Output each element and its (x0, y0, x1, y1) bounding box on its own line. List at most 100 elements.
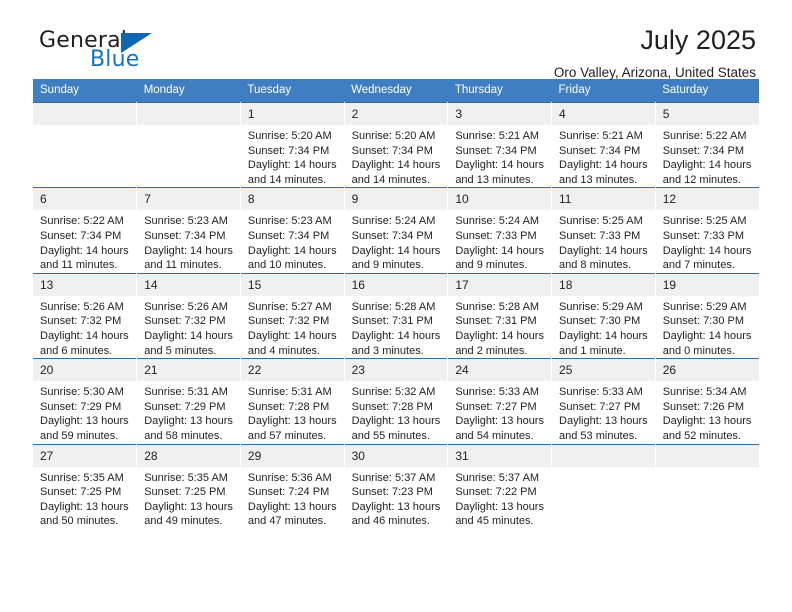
day-cell[interactable]: 22 Sunrise: 5:31 AM Sunset: 7:28 PM Dayl… (240, 358, 345, 444)
day-cell[interactable]: 8 Sunrise: 5:23 AM Sunset: 7:34 PM Dayli… (240, 187, 345, 274)
daylight-text: Daylight: 13 hours and 57 minutes. (247, 415, 337, 442)
day-cell[interactable]: 31 Sunrise: 5:37 AM Sunset: 7:22 PM Dayl… (447, 443, 553, 529)
day-details: Sunrise: 5:25 AM Sunset: 7:33 PM Dayligh… (656, 210, 759, 272)
day-cell[interactable] (136, 101, 241, 188)
sunset-text: Sunset: 7:34 PM (40, 229, 122, 242)
day-cell[interactable]: 9 Sunrise: 5:24 AM Sunset: 7:34 PM Dayli… (344, 187, 449, 274)
day-details: Sunrise: 5:26 AM Sunset: 7:32 PM Dayligh… (137, 296, 240, 358)
day-cell[interactable]: 6 Sunrise: 5:22 AM Sunset: 7:34 PM Dayli… (33, 187, 138, 274)
day-number: 24 (448, 359, 552, 382)
sunrise-text: Sunrise: 5:20 AM (247, 130, 332, 142)
sunrise-text: Sunrise: 5:28 AM (351, 300, 436, 313)
day-number: 20 (33, 359, 137, 382)
day-cell[interactable]: 30 Sunrise: 5:37 AM Sunset: 7:23 PM Dayl… (344, 443, 449, 529)
day-cell[interactable]: 4 Sunrise: 5:21 AM Sunset: 7:34 PM Dayli… (551, 101, 656, 188)
day-number: 25 (552, 359, 655, 382)
daylight-text: Daylight: 13 hours and 54 minutes. (455, 415, 544, 442)
day-cell[interactable]: 21 Sunrise: 5:31 AM Sunset: 7:29 PM Dayl… (136, 358, 241, 444)
title-block: July 2025 Oro Valley, Arizona, United St… (554, 26, 759, 81)
sunrise-text: Sunrise: 5:25 AM (559, 215, 643, 228)
daylight-text: Daylight: 14 hours and 4 minutes. (247, 329, 337, 357)
daylight-text: Daylight: 14 hours and 14 minutes. (247, 159, 337, 186)
day-cell[interactable]: 17 Sunrise: 5:28 AM Sunset: 7:31 PM Dayl… (447, 272, 553, 359)
day-cell[interactable]: 1 Sunrise: 5:20 AM Sunset: 7:34 PM Dayli… (240, 101, 345, 188)
logo-text-blue: Blue (90, 47, 140, 72)
sunset-text: Sunset: 7:34 PM (559, 144, 641, 157)
sunset-text: Sunset: 7:28 PM (247, 400, 330, 413)
day-cell[interactable]: 20 Sunrise: 5:30 AM Sunset: 7:29 PM Dayl… (33, 358, 138, 444)
daylight-text: Daylight: 13 hours and 50 minutes. (40, 500, 129, 528)
day-cell[interactable]: 12 Sunrise: 5:25 AM Sunset: 7:33 PM Dayl… (655, 187, 759, 274)
daylight-text: Daylight: 13 hours and 59 minutes. (40, 415, 129, 442)
day-cell[interactable]: 7 Sunrise: 5:23 AM Sunset: 7:34 PM Dayli… (136, 187, 241, 274)
day-cell[interactable]: 14 Sunrise: 5:26 AM Sunset: 7:32 PM Dayl… (136, 272, 241, 359)
day-number: 4 (552, 103, 655, 125)
sunset-text: Sunset: 7:34 PM (351, 229, 433, 242)
sunset-text: Sunset: 7:31 PM (455, 315, 537, 328)
daylight-text: Daylight: 13 hours and 47 minutes. (247, 500, 337, 528)
sunrise-text: Sunrise: 5:30 AM (40, 386, 124, 399)
sunset-text: Sunset: 7:33 PM (559, 229, 641, 242)
sunset-text: Sunset: 7:23 PM (351, 486, 433, 499)
daylight-text: Daylight: 14 hours and 5 minutes. (144, 329, 233, 357)
day-cell[interactable]: 3 Sunrise: 5:21 AM Sunset: 7:34 PM Dayli… (447, 101, 553, 188)
day-cell[interactable]: 18 Sunrise: 5:29 AM Sunset: 7:30 PM Dayl… (551, 272, 656, 359)
month-calendar-table: Sunday Monday Tuesday Wednesday Thursday… (33, 79, 759, 529)
sunset-text: Sunset: 7:25 PM (40, 486, 122, 499)
sunset-text: Sunset: 7:34 PM (247, 144, 330, 157)
day-cell[interactable] (33, 101, 138, 188)
day-cell[interactable]: 25 Sunrise: 5:33 AM Sunset: 7:27 PM Dayl… (551, 358, 656, 444)
day-details (656, 467, 759, 471)
day-number (655, 444, 759, 467)
day-number: 30 (344, 444, 448, 467)
daylight-text: Daylight: 14 hours and 12 minutes. (662, 159, 752, 186)
day-number: 7 (137, 188, 240, 211)
sunrise-text: Sunrise: 5:32 AM (351, 386, 436, 399)
day-details: Sunrise: 5:37 AM Sunset: 7:22 PM Dayligh… (448, 467, 551, 529)
day-cell[interactable]: 19 Sunrise: 5:29 AM Sunset: 7:30 PM Dayl… (655, 272, 759, 359)
sunset-text: Sunset: 7:24 PM (247, 486, 330, 499)
day-cell[interactable]: 11 Sunrise: 5:25 AM Sunset: 7:33 PM Dayl… (551, 187, 656, 274)
day-cell[interactable]: 23 Sunrise: 5:32 AM Sunset: 7:28 PM Dayl… (344, 358, 449, 444)
day-cell[interactable]: 2 Sunrise: 5:20 AM Sunset: 7:34 PM Dayli… (344, 101, 449, 188)
day-details: Sunrise: 5:33 AM Sunset: 7:27 PM Dayligh… (552, 381, 655, 443)
sunrise-text: Sunrise: 5:31 AM (247, 386, 332, 399)
day-cell[interactable]: 5 Sunrise: 5:22 AM Sunset: 7:34 PM Dayli… (655, 101, 759, 188)
daylight-text: Daylight: 14 hours and 7 minutes. (662, 244, 752, 272)
sunrise-text: Sunrise: 5:20 AM (351, 130, 436, 142)
day-number: 3 (448, 103, 552, 125)
day-cell[interactable]: 16 Sunrise: 5:28 AM Sunset: 7:31 PM Dayl… (344, 272, 449, 359)
daylight-text: Daylight: 14 hours and 8 minutes. (559, 244, 648, 272)
day-number: 9 (344, 188, 448, 211)
daylight-text: Daylight: 13 hours and 46 minutes. (351, 500, 441, 528)
day-cell[interactable]: 10 Sunrise: 5:24 AM Sunset: 7:33 PM Dayl… (447, 187, 553, 274)
day-details: Sunrise: 5:37 AM Sunset: 7:23 PM Dayligh… (345, 467, 448, 529)
day-number (33, 103, 137, 125)
day-number: 21 (137, 359, 240, 382)
day-cell[interactable] (551, 443, 656, 529)
sunset-text: Sunset: 7:22 PM (455, 486, 537, 499)
day-cell[interactable]: 26 Sunrise: 5:34 AM Sunset: 7:26 PM Dayl… (655, 358, 759, 444)
day-cell[interactable]: 29 Sunrise: 5:36 AM Sunset: 7:24 PM Dayl… (240, 443, 345, 529)
sunset-text: Sunset: 7:29 PM (144, 400, 226, 413)
sunrise-text: Sunrise: 5:26 AM (40, 300, 124, 313)
day-cell[interactable]: 27 Sunrise: 5:35 AM Sunset: 7:25 PM Dayl… (33, 443, 138, 529)
day-cell[interactable] (655, 443, 759, 529)
daylight-text: Daylight: 13 hours and 52 minutes. (662, 415, 752, 442)
day-number: 22 (240, 359, 344, 382)
day-cell[interactable]: 24 Sunrise: 5:33 AM Sunset: 7:27 PM Dayl… (447, 358, 553, 444)
day-cell[interactable]: 13 Sunrise: 5:26 AM Sunset: 7:32 PM Dayl… (33, 272, 138, 359)
sunset-text: Sunset: 7:34 PM (662, 144, 745, 157)
sunset-text: Sunset: 7:32 PM (40, 315, 122, 328)
day-details: Sunrise: 5:36 AM Sunset: 7:24 PM Dayligh… (241, 467, 344, 529)
daylight-text: Daylight: 14 hours and 3 minutes. (351, 329, 441, 357)
sunrise-text: Sunrise: 5:33 AM (455, 386, 540, 399)
day-details: Sunrise: 5:23 AM Sunset: 7:34 PM Dayligh… (241, 210, 344, 272)
sunrise-text: Sunrise: 5:29 AM (559, 300, 643, 313)
day-details: Sunrise: 5:20 AM Sunset: 7:34 PM Dayligh… (345, 125, 448, 187)
sunset-text: Sunset: 7:25 PM (144, 486, 226, 499)
day-cell[interactable]: 28 Sunrise: 5:35 AM Sunset: 7:25 PM Dayl… (136, 443, 241, 529)
daylight-text: Daylight: 13 hours and 53 minutes. (559, 415, 648, 442)
day-cell[interactable]: 15 Sunrise: 5:27 AM Sunset: 7:32 PM Dayl… (240, 272, 345, 359)
day-number: 18 (552, 273, 655, 296)
